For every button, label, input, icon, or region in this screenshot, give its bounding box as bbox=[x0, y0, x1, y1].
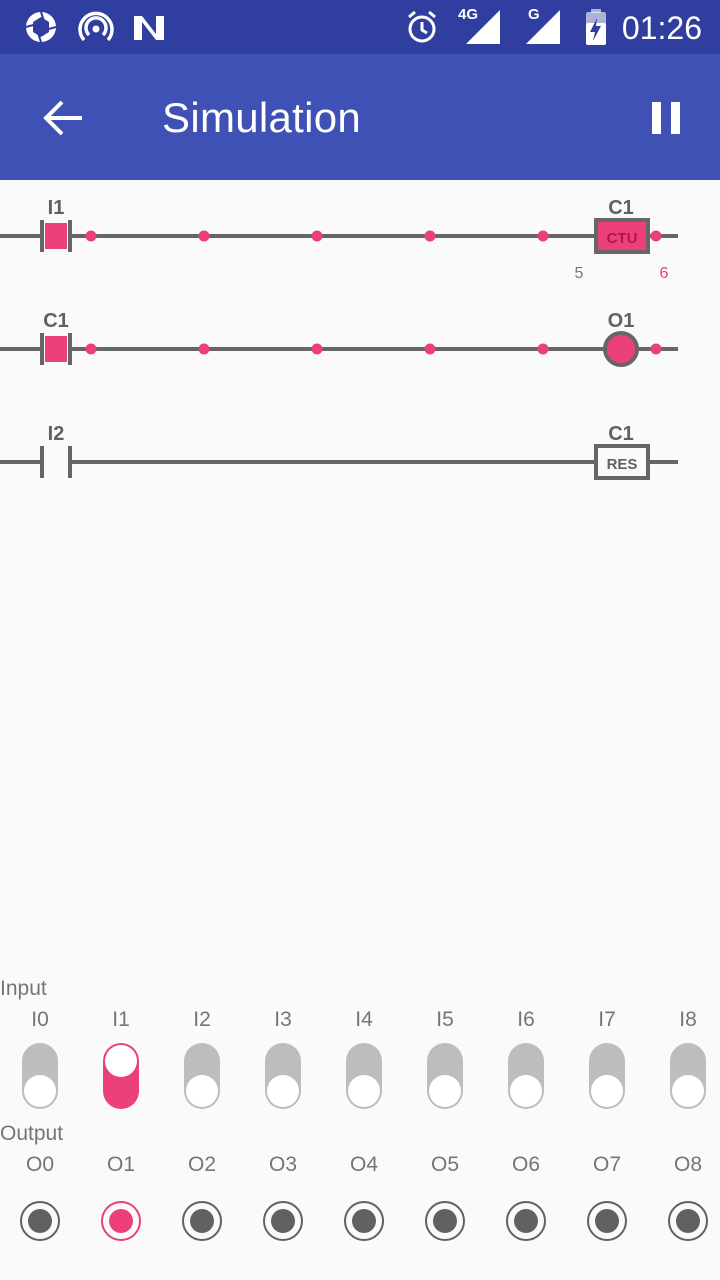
output-label: O5 bbox=[430, 1153, 459, 1176]
input-switch[interactable] bbox=[670, 1043, 706, 1109]
input-switch[interactable] bbox=[508, 1043, 544, 1109]
indicator-dot bbox=[190, 1209, 214, 1233]
contact-i1[interactable] bbox=[40, 220, 72, 252]
contact-label: I2 bbox=[48, 423, 65, 445]
alarm-icon bbox=[408, 10, 436, 43]
switch-knob bbox=[591, 1075, 623, 1107]
output-label: O6 bbox=[511, 1153, 540, 1176]
output-label: O7 bbox=[592, 1153, 621, 1176]
output-indicator bbox=[344, 1201, 384, 1241]
status-bar: 4G G 01:26 bbox=[0, 0, 720, 54]
switch-knob bbox=[510, 1075, 542, 1107]
input-label: I7 bbox=[598, 1008, 616, 1031]
switch-knob bbox=[186, 1075, 218, 1107]
rung-3: I2 RES C1 bbox=[0, 423, 678, 480]
indicator-dot bbox=[271, 1209, 295, 1233]
input-label: I6 bbox=[517, 1008, 535, 1031]
output-indicator bbox=[506, 1201, 546, 1241]
input-switch[interactable] bbox=[346, 1043, 382, 1109]
aperture-icon bbox=[25, 11, 57, 43]
counter-value: 6 bbox=[660, 265, 669, 282]
input-switch[interactable] bbox=[184, 1043, 220, 1109]
switch-knob bbox=[429, 1075, 461, 1107]
indicator-dot bbox=[109, 1209, 133, 1233]
counter-coil-ctu[interactable]: CTU bbox=[594, 218, 650, 254]
output-label: O0 bbox=[25, 1153, 54, 1176]
indicator-dot bbox=[676, 1209, 700, 1233]
app-bar: Simulation bbox=[0, 54, 720, 180]
input-label: I2 bbox=[193, 1008, 211, 1031]
switch-knob bbox=[24, 1075, 56, 1107]
coil-label: O1 bbox=[608, 310, 635, 332]
coil-text: CTU bbox=[607, 230, 638, 247]
switch-knob bbox=[672, 1075, 704, 1107]
contact-label: C1 bbox=[43, 310, 69, 332]
input-section-label: Input bbox=[0, 977, 47, 1000]
output-section-label: Output bbox=[0, 1122, 64, 1145]
battery-charging-icon bbox=[586, 9, 606, 45]
output-indicator bbox=[101, 1201, 141, 1241]
n-icon bbox=[134, 16, 164, 40]
indicator-dot bbox=[352, 1209, 376, 1233]
switch-knob bbox=[348, 1075, 380, 1107]
page-title: Simulation bbox=[162, 94, 362, 141]
rung-2: C1 O1 bbox=[0, 310, 678, 367]
signal-icon bbox=[526, 10, 560, 44]
contact-i2[interactable] bbox=[40, 446, 72, 478]
input-label: I1 bbox=[112, 1008, 130, 1031]
indicator-dot bbox=[28, 1209, 52, 1233]
hotspot-icon bbox=[78, 11, 114, 42]
output-label: O2 bbox=[187, 1153, 216, 1176]
input-label: I0 bbox=[31, 1008, 49, 1031]
indicator-dot bbox=[595, 1209, 619, 1233]
output-coil-o1[interactable] bbox=[603, 331, 639, 367]
switch-knob bbox=[267, 1075, 299, 1107]
input-label: I8 bbox=[679, 1008, 697, 1031]
input-switch[interactable] bbox=[22, 1043, 58, 1109]
indicator-dot bbox=[433, 1209, 457, 1233]
output-label: O1 bbox=[106, 1153, 135, 1176]
output-indicator bbox=[182, 1201, 222, 1241]
output-indicator bbox=[668, 1201, 708, 1241]
input-label: I3 bbox=[274, 1008, 292, 1031]
input-switch[interactable] bbox=[103, 1043, 139, 1109]
output-label: O3 bbox=[268, 1153, 297, 1176]
counter-preset: 5 bbox=[575, 265, 584, 282]
input-label: I5 bbox=[436, 1008, 454, 1031]
output-label: O4 bbox=[349, 1153, 378, 1176]
ladder-diagram: I1 CTU C1 5 6 C1 O1 I2 RES C1 bbox=[0, 197, 678, 480]
arrow-back-icon[interactable] bbox=[40, 94, 88, 142]
reset-coil-res[interactable]: RES bbox=[594, 444, 650, 480]
coil-label: C1 bbox=[608, 423, 634, 445]
coil-text: RES bbox=[607, 456, 638, 473]
output-indicator bbox=[20, 1201, 60, 1241]
input-switch[interactable] bbox=[589, 1043, 625, 1109]
signal-icon bbox=[466, 10, 500, 44]
clock: 01:26 bbox=[621, 10, 702, 46]
output-indicator bbox=[263, 1201, 303, 1241]
input-switch[interactable] bbox=[427, 1043, 463, 1109]
switch-knob bbox=[105, 1045, 137, 1077]
contact-label: I1 bbox=[48, 197, 65, 219]
coil-label: C1 bbox=[608, 197, 634, 219]
contact-c1[interactable] bbox=[40, 333, 72, 365]
input-switch[interactable] bbox=[265, 1043, 301, 1109]
input-label: I4 bbox=[355, 1008, 373, 1031]
output-indicator bbox=[587, 1201, 627, 1241]
output-label: O8 bbox=[673, 1153, 702, 1176]
pause-icon[interactable] bbox=[648, 98, 684, 138]
rung-1: I1 CTU C1 5 6 bbox=[0, 197, 678, 282]
output-indicator bbox=[425, 1201, 465, 1241]
indicator-dot bbox=[514, 1209, 538, 1233]
